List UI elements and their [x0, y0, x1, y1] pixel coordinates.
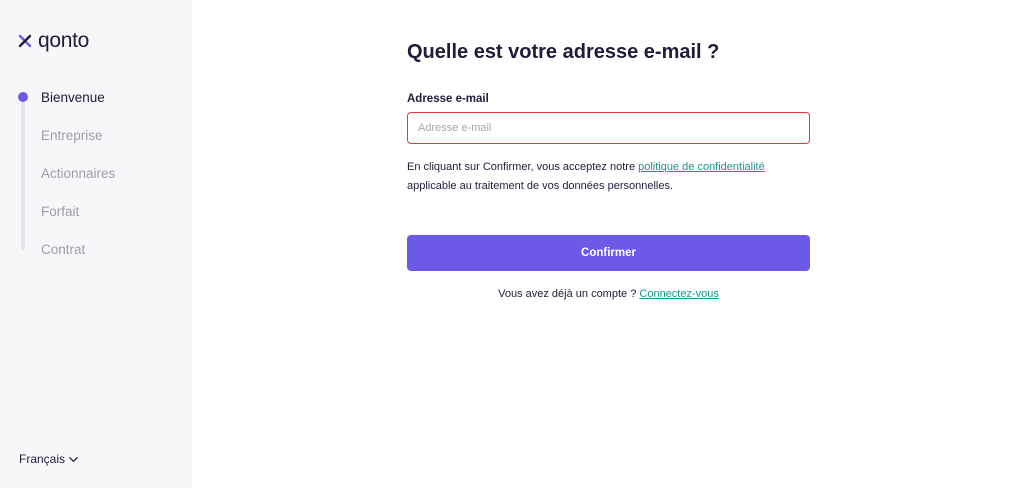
login-prompt: Vous avez déjà un compte ? Connectez-vou…: [407, 288, 810, 300]
consent-prefix: En cliquant sur Confirmer, vous acceptez…: [407, 161, 639, 173]
email-input[interactable]: [407, 112, 810, 144]
language-selector[interactable]: Français: [19, 452, 79, 466]
language-label: Français: [19, 452, 66, 466]
step-forfait: Forfait: [0, 202, 192, 240]
step-label: Entreprise: [41, 128, 103, 143]
login-link[interactable]: Connectez-vous: [639, 288, 719, 300]
privacy-policy-link[interactable]: politique de confidentialité: [638, 161, 765, 173]
chevron-down-icon: [69, 456, 78, 462]
login-prompt-text: Vous avez déjà un compte ?: [498, 288, 637, 300]
qonto-x-icon: [18, 34, 32, 48]
onboarding-steps: Bienvenue Entreprise Actionnaires Forfai…: [0, 88, 192, 278]
privacy-consent-text: En cliquant sur Confirmer, vous acceptez…: [407, 158, 810, 196]
step-label: Contrat: [41, 242, 86, 257]
step-entreprise: Entreprise: [0, 126, 192, 164]
step-label: Actionnaires: [41, 166, 116, 181]
confirm-button[interactable]: Confirmer: [407, 235, 810, 271]
page-title: Quelle est votre adresse e-mail ?: [407, 41, 720, 63]
qonto-logo[interactable]: qonto: [18, 30, 89, 52]
sidebar: qonto Bienvenue Entreprise Actionnaires …: [0, 0, 192, 488]
step-contrat: Contrat: [0, 240, 192, 278]
email-label: Adresse e-mail: [407, 93, 489, 105]
step-bienvenue: Bienvenue: [0, 88, 192, 126]
current-step-dot: [18, 92, 28, 102]
step-label: Bienvenue: [41, 90, 105, 105]
step-label: Forfait: [41, 204, 80, 219]
logo-text: qonto: [38, 29, 90, 52]
step-actionnaires: Actionnaires: [0, 164, 192, 202]
consent-suffix: applicable au traitement de vos données …: [407, 180, 674, 192]
